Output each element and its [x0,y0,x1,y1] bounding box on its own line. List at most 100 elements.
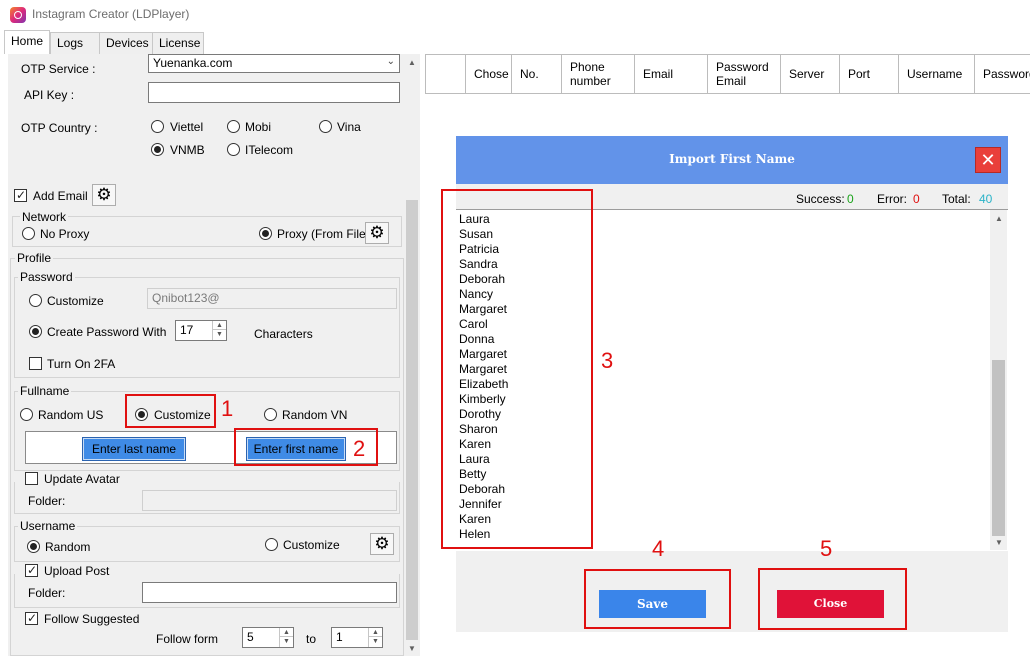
label-viettel: Viettel [170,120,204,134]
follow-from-stepper[interactable]: 5 ▲ ▼ [242,627,294,648]
radio-mobi[interactable] [227,120,240,133]
col-phone-number[interactable]: Phone number [562,55,635,93]
label-username-random: Random [45,540,91,554]
avatar-folder-label: Folder: [28,494,66,508]
twofa-label: Turn On 2FA [47,357,116,371]
settings-scrollbar-thumb[interactable] [406,200,418,640]
spin-up-icon[interactable]: ▲ [280,628,293,637]
radio-viettel[interactable] [151,120,164,133]
upload-folder-label: Folder: [28,586,66,600]
list-scroll-down-icon[interactable]: ▼ [991,536,1007,550]
label-proxy-file: Proxy (From File) [277,227,370,241]
twofa-checkbox[interactable] [29,357,42,370]
radio-vina[interactable] [319,120,332,133]
tab-license[interactable]: License [152,32,204,54]
col-password[interactable]: Password [975,55,1030,93]
spin-down-icon[interactable]: ▼ [213,330,226,339]
col-email[interactable]: Email [635,55,708,93]
dialog-close-icon[interactable]: ✕ [975,147,1001,173]
success-label: Success: [796,192,845,206]
otp-service-value: Yuenanka.com [153,56,233,70]
annotation-box-4 [584,569,731,629]
spin-down-icon[interactable]: ▼ [280,637,293,646]
col-no[interactable]: No. [512,55,562,93]
add-email-checkbox[interactable] [14,188,27,202]
total-value: 40 [979,192,993,206]
follow-suggested-label: Follow Suggested [44,612,140,626]
tab-logs[interactable]: Logs [50,32,100,54]
annotation-number-2: 2 [353,436,366,461]
characters-label: Characters [254,327,313,341]
follow-to-stepper[interactable]: 1 ▲ ▼ [331,627,383,648]
password-length-value: 17 [180,323,194,337]
spin-up-icon[interactable]: ▲ [369,628,382,637]
username-gear-icon[interactable]: ⚙ [370,533,394,555]
error-label: Error: [877,192,907,206]
tab-home[interactable]: Home [4,30,50,54]
radio-itelecom[interactable] [227,143,240,156]
list-scrollbar-thumb[interactable] [992,360,1005,536]
radio-create-password[interactable] [29,325,42,338]
col-password-email[interactable]: Password Email [708,55,781,93]
label-random-vn: Random VN [282,408,348,422]
profile-title: Profile [15,251,54,265]
spin-down-icon[interactable]: ▼ [369,637,382,646]
radio-password-customize[interactable] [29,294,42,307]
api-key-label: API Key : [24,88,75,102]
proxy-gear-icon[interactable]: ⚙ [365,222,389,244]
accounts-grid-header: Chose No. Phone number Email Password Em… [425,54,1030,94]
avatar-folder-input[interactable] [142,490,397,511]
label-password-customize: Customize [47,294,104,308]
spin-up-icon[interactable]: ▲ [213,321,226,330]
network-title: Network [20,210,69,224]
password-customize-input[interactable]: Qnibot123@ [147,288,397,309]
col-server[interactable]: Server [781,55,840,93]
tab-devices[interactable]: Devices [99,32,153,54]
label-username-customize: Customize [283,538,340,552]
annotation-box-5 [758,568,907,630]
window-title: Instagram Creator (LDPlayer) [32,7,190,21]
list-scroll-up-icon[interactable]: ▲ [991,212,1007,226]
add-email-label: Add Email [33,189,88,203]
label-mobi: Mobi [245,120,272,134]
radio-proxy-file[interactable] [259,227,272,240]
col-port[interactable]: Port [840,55,899,93]
otp-service-label: OTP Service : [21,62,96,76]
follow-from-value: 5 [247,630,254,644]
scroll-up-icon[interactable]: ▲ [404,56,420,70]
spin-buttons[interactable]: ▲ ▼ [212,321,226,340]
grid-corner [426,55,466,93]
radio-random-vn[interactable] [264,408,277,421]
add-email-gear-icon[interactable]: ⚙ [92,184,116,206]
password-title: Password [18,270,75,284]
radio-vnmb[interactable] [151,143,164,156]
annotation-box-1 [125,394,216,428]
radio-no-proxy[interactable] [22,227,35,240]
total-label: Total: [942,192,971,206]
success-value: 0 [847,192,854,206]
col-chose[interactable]: Chose [466,55,512,93]
api-key-input[interactable] [148,82,400,103]
scroll-down-icon[interactable]: ▼ [404,642,420,656]
upload-folder-input[interactable] [142,582,397,603]
otp-service-select[interactable]: Yuenanka.com ⌄ [148,54,400,73]
to-label: to [306,632,317,646]
annotation-number-1: 1 [221,396,234,421]
radio-random-us[interactable] [20,408,33,421]
annotation-number-3: 3 [601,348,614,373]
follow-to-value: 1 [336,630,343,644]
spin-buttons[interactable]: ▲ ▼ [279,628,293,647]
radio-username-customize[interactable] [265,538,278,551]
dialog-title: Import First Name [669,152,795,166]
label-itelecom: ITelecom [245,143,294,157]
label-vina: Vina [337,120,361,134]
spin-buttons[interactable]: ▲ ▼ [368,628,382,647]
radio-username-random[interactable] [27,540,40,553]
password-length-stepper[interactable]: 17 ▲ ▼ [175,320,227,341]
enter-last-name-button[interactable]: Enter last name [82,437,186,461]
fullname-title: Fullname [18,384,72,398]
annotation-number-4: 4 [652,536,665,561]
follow-suggested-checkbox[interactable] [25,611,38,625]
col-username[interactable]: Username [899,55,975,93]
chevron-down-icon: ⌄ [386,56,395,67]
